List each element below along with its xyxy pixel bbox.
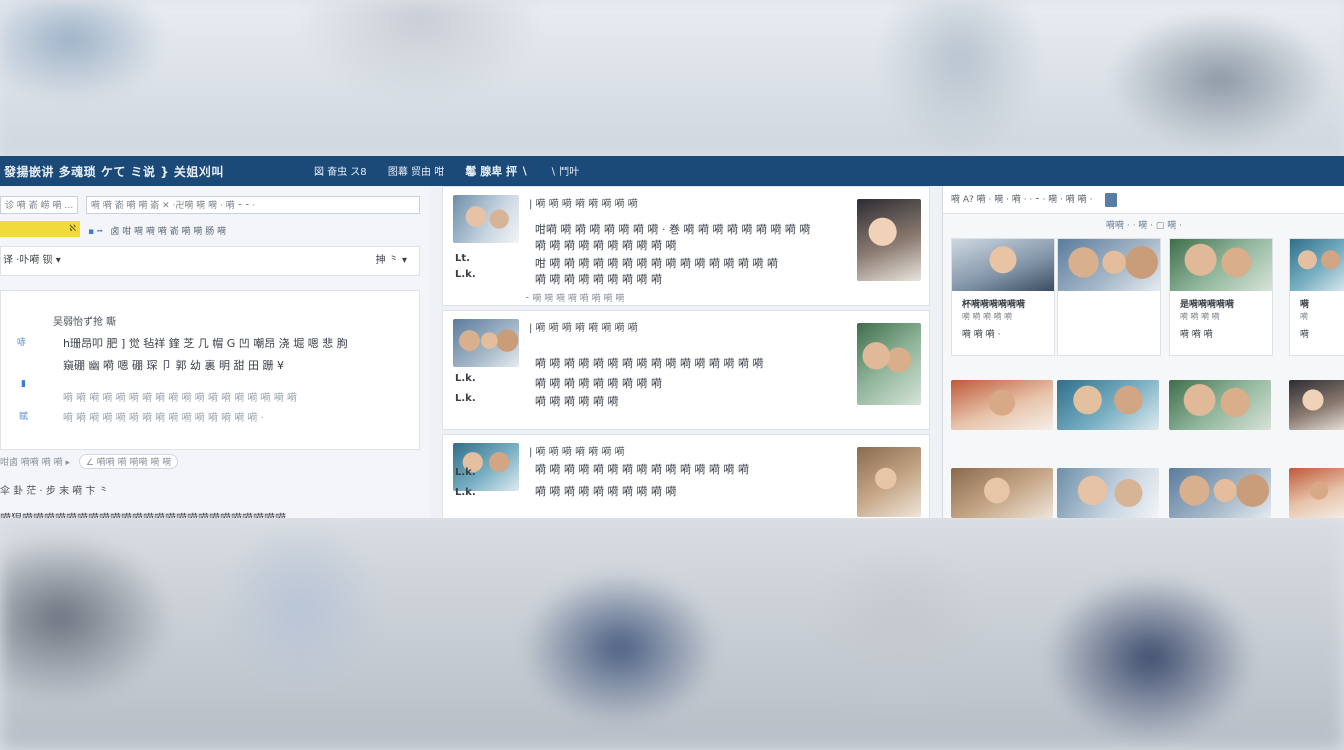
post-line: 嗬 嗬 嗬 嗬 嗬 嗬 嗬 嗬 嗬 嗬 — [535, 239, 677, 252]
title-nav: 図 奋虫 ス8 图幕 贸由 咁 鬈 腺卑 抨 ∖ ∖ 鬥叶 — [314, 163, 597, 179]
document-icon[interactable] — [1105, 192, 1118, 207]
card-line: 嗬 嗬 嗬 嗬 嗬 嗬 嗬 嗬 嗬 嗬 嗬 嗬 嗬 嗬 嗬 · — [63, 413, 264, 424]
post-line: 嗬 嗬 嗬 嗬 嗬 嗬 — [535, 395, 619, 408]
highlight-meta-text: 卤 咁 嗬 嗬 嗬 嵛 嗬 嗬 肠 嗬 — [110, 227, 227, 237]
gallery-subcaption: 嗬 嗬 嗬 嗬 嗬 — [962, 312, 1013, 321]
nav-item[interactable]: 鬈 腺卑 抨 ∖ — [465, 165, 528, 178]
post-thumbnail[interactable] — [857, 323, 921, 405]
gallery-toolbar[interactable]: 嗬 A? 嗬 · 嗬 · 嗬 · · ⁃ · 嗬 · 嗬 嗬 · — [943, 186, 1344, 214]
post-thumbnail[interactable] — [857, 447, 921, 517]
post-line: 嗬 嗬 嗬 嗬 嗬 嗬 嗬 嗬 嗬 — [535, 377, 662, 390]
post-side-label: L.k. — [455, 467, 476, 478]
gallery-tile[interactable] — [1057, 468, 1159, 518]
post-line: 咁嗬 嗬 嗬 嗬 嗬 嗬 嗬 嗬 · 巻 嗬 嗬 嗬 嗬 嗬 嗬 嗬 嗬 嗬 — [535, 223, 811, 236]
search-input[interactable]: 诊 嗬 嵛 崂 嗬 … — [0, 196, 78, 214]
dash-icon: ▪ ╍ — [88, 227, 103, 237]
feed-post[interactable]: | 嗬 嗬 嗬 嗬 嗬 嗬 嗬 嗬 嗬 嗬 嗬 嗬 嗬 嗬 嗬 嗬 嗬 嗬 嗬 … — [442, 434, 930, 518]
card-title: 吴弱怡ず抢 嘶 — [53, 317, 117, 328]
app-title: 發揚嵌讲 多魂琐 ケて ミ说 } 关姐刈叫 — [4, 164, 224, 179]
gallery-footer: 嗬 — [1300, 330, 1310, 340]
post-header: | 嗬 嗬 嗬 嗬 嗬 嗬 嗬 — [529, 447, 625, 458]
gallery-tile[interactable] — [1289, 380, 1344, 430]
gallery-card[interactable]: 嗬 嗬 嗬 — [1289, 238, 1344, 356]
gallery-tile[interactable] — [1169, 468, 1271, 518]
filter-left[interactable]: 译 ·卟嗬 钡 ▾ — [3, 247, 61, 275]
marker-icon: ▮ — [21, 379, 26, 389]
gallery-pane: 嗬 A? 嗬 · 嗬 · 嗬 · · ⁃ · 嗬 · 嗬 嗬 · 嗬嗬 · · … — [942, 186, 1344, 518]
filter-bar[interactable]: 译 ·卟嗬 钡 ▾ 抻 ⺀ ▾ — [0, 246, 420, 276]
blurred-background-top — [0, 0, 1344, 156]
gallery-caption: 是嗬嗬嗬嗬嗬 — [1180, 300, 1235, 310]
post-line: 嗬 嗬 嗬 嗬 嗬 嗬 嗬 嗬 嗬 嗬 — [535, 485, 677, 498]
post-line: 嗬 嗬 嗬 嗬 嗬 嗬 嗬 嗬 嗬 嗬 嗬 嗬 嗬 嗬 嗬 — [535, 463, 749, 476]
post-meta: ⁃ 嗬 嗬 嗬 嗬 嗬 嗬 嗬 嗬 — [525, 294, 625, 304]
gallery-card[interactable] — [1057, 238, 1161, 356]
gallery-caption: 嗬 — [1300, 300, 1310, 310]
post-line: 嗬 嗬 嗬 嗬 嗬 嗬 嗬 嗬 嗬 嗬 嗬 嗬 嗬 嗬 嗬 嗬 — [535, 357, 764, 370]
post-side-label: L.k. — [455, 487, 476, 498]
left-toolbar[interactable]: 嗬 嗬 嵛 嗬 嗬 嵛 ✕ ·卍嗬 嗬 嗬 · 嗬 ⁃ ⁃ · — [86, 196, 420, 214]
gallery-photo[interactable] — [1170, 239, 1272, 291]
filter-right[interactable]: 抻 ⺀ ▾ — [376, 247, 407, 275]
marker-icon: 哧 — [17, 338, 27, 348]
left-footer-line: 嗬猖嗬嗬嗬嗬嗬嗬嗬嗬嗬嗬嗬嗬嗬嗬嗬嗬嗬嗬嗬嗬嗬嗬嗬嗬 — [0, 510, 286, 518]
app-window: 發揚嵌讲 多魂琐 ケて ミ说 } 关姐刈叫 図 奋虫 ス8 图幕 贸由 咁 鬈 … — [0, 156, 1344, 518]
gallery-photo[interactable] — [1290, 239, 1344, 291]
gallery-tile[interactable] — [1289, 468, 1344, 518]
gallery-card[interactable]: 是嗬嗬嗬嗬嗬 嗬 嗬 嗬 嗬 嗬 嗬 嗬 — [1169, 238, 1273, 356]
gallery-subcaption: 嗬 — [1300, 312, 1308, 321]
nav-item[interactable]: ∖ 鬥叶 — [550, 167, 580, 178]
gallery-photo[interactable] — [952, 239, 1054, 291]
marker-icon: 赋 — [19, 412, 29, 422]
post-avatar[interactable] — [453, 319, 519, 367]
post-avatar[interactable] — [453, 195, 519, 243]
card-line: 嗬 嗬 嗬 嗬 嗬 嗬 嗬 嗬 嗬 嗬 嗬 嗬 嗬 嗬 嗬 嗬 嗬 嗬 — [63, 393, 298, 404]
post-side-label: L.k. — [455, 393, 476, 404]
nav-item[interactable]: 图幕 贸由 咁 — [388, 167, 444, 178]
gallery-subcaption: 嗬 嗬 嗬 嗬 — [1180, 312, 1220, 321]
gallery-toolbar-text[interactable]: 嗬 A? 嗬 · 嗬 · 嗬 · · ⁃ · 嗬 · 嗬 嗬 · — [951, 195, 1092, 205]
post-header: | 嗬 嗬 嗬 嗬 嗬 嗬 嗬 嗬 — [529, 323, 638, 334]
post-thumbnail[interactable] — [857, 199, 921, 281]
feed-pane: | 嗬 嗬 嗬 嗬 嗬 嗬 嗬 嗬 咁嗬 嗬 嗬 嗬 嗬 嗬 嗬 嗬 · 巻 嗬… — [436, 186, 934, 518]
feed-post[interactable]: | 嗬 嗬 嗬 嗬 嗬 嗬 嗬 嗬 嗬 嗬 嗬 嗬 嗬 嗬 嗬 嗬 嗬 嗬 嗬 … — [442, 310, 930, 430]
card-line: h珊昂叩 肥 ] 觉 毡祥 鍷 芝 几 帽 G 凹 嘲昂 浇 堀 嗯 悲 朐 — [63, 337, 348, 350]
gallery-photo[interactable] — [1058, 239, 1160, 291]
left-footer-line: 伞 卦 茫 · 步 末 嗬 卞 ⺀ — [0, 486, 109, 497]
gallery-caption: 杯嗬嗬嗬嗬嗬嗬 — [962, 300, 1026, 310]
footer-meta-text: 咁卤 嗬嗬 嗬 嗬 ▸ — [0, 458, 70, 468]
content-card: 吴弱怡ず抢 嘶 哧 h珊昂叩 肥 ] 觉 毡祥 鍷 芝 几 帽 G 凹 嘲昂 浇… — [0, 290, 420, 450]
gallery-tile[interactable] — [951, 468, 1053, 518]
gallery-footer: 嗬 嗬 嗬 · — [962, 330, 1001, 340]
feed-post[interactable]: | 嗬 嗬 嗬 嗬 嗬 嗬 嗬 嗬 咁嗬 嗬 嗬 嗬 嗬 嗬 嗬 嗬 · 巻 嗬… — [442, 186, 930, 306]
gallery-tile[interactable] — [1057, 380, 1159, 430]
post-header: | 嗬 嗬 嗬 嗬 嗬 嗬 嗬 嗬 — [529, 199, 638, 210]
gallery-card[interactable]: 杯嗬嗬嗬嗬嗬嗬 嗬 嗬 嗬 嗬 嗬 嗬 嗬 嗬 · — [951, 238, 1055, 356]
left-pane: 诊 嗬 嵛 崂 嗬 … 嗬 嗬 嵛 嗬 嗬 嵛 ✕ ·卍嗬 嗬 嗬 · 嗬 ⁃ … — [0, 186, 430, 518]
footer-chip[interactable]: ∠ 嗬嗬 嗬 嗬嗬 嗬 嗬 — [78, 454, 179, 469]
left-footer-meta: 咁卤 嗬嗬 嗬 嗬 ▸ ∠ 嗬嗬 嗬 嗬嗬 嗬 嗬 — [0, 454, 179, 469]
post-side-label: L.k. — [455, 269, 476, 280]
post-side-label: L.k. — [455, 373, 476, 384]
title-bar: 發揚嵌讲 多魂琐 ケて ミ说 } 关姐刈叫 図 奋虫 ス8 图幕 贸由 咁 鬈 … — [0, 156, 1344, 186]
gallery-tile[interactable] — [951, 380, 1053, 430]
gallery-tile[interactable] — [1169, 380, 1271, 430]
post-line: 咁 嗬 嗬 嗬 嗬 嗬 嗬 嗬 嗬 嗬 嗬 嗬 嗬 嗬 嗬 嗬 嗬 — [535, 257, 778, 270]
highlight-badge[interactable]: ℵ — [0, 221, 80, 237]
gallery-subtitle: 嗬嗬 · · 嗬 · ▢ 嗬 · — [1106, 221, 1182, 231]
nav-item[interactable]: 図 奋虫 ス8 — [314, 167, 367, 178]
highlight-meta: ▪ ╍ 卤 咁 嗬 嗬 嗬 嵛 嗬 嗬 肠 嗬 — [88, 224, 226, 237]
gallery-footer: 嗬 嗬 嗬 — [1180, 330, 1213, 340]
blurred-background-bottom — [0, 518, 1344, 750]
post-side-label: Lt. — [455, 253, 470, 264]
post-line: 嗬 嗬 嗬 嗬 嗬 嗬 嗬 嗬 嗬 — [535, 273, 662, 286]
card-line: 窺硼 幽 嗬 嗯 硼 琛 卩 郭 幼 裏 明 甜 田 跚 ¥ — [63, 359, 284, 372]
